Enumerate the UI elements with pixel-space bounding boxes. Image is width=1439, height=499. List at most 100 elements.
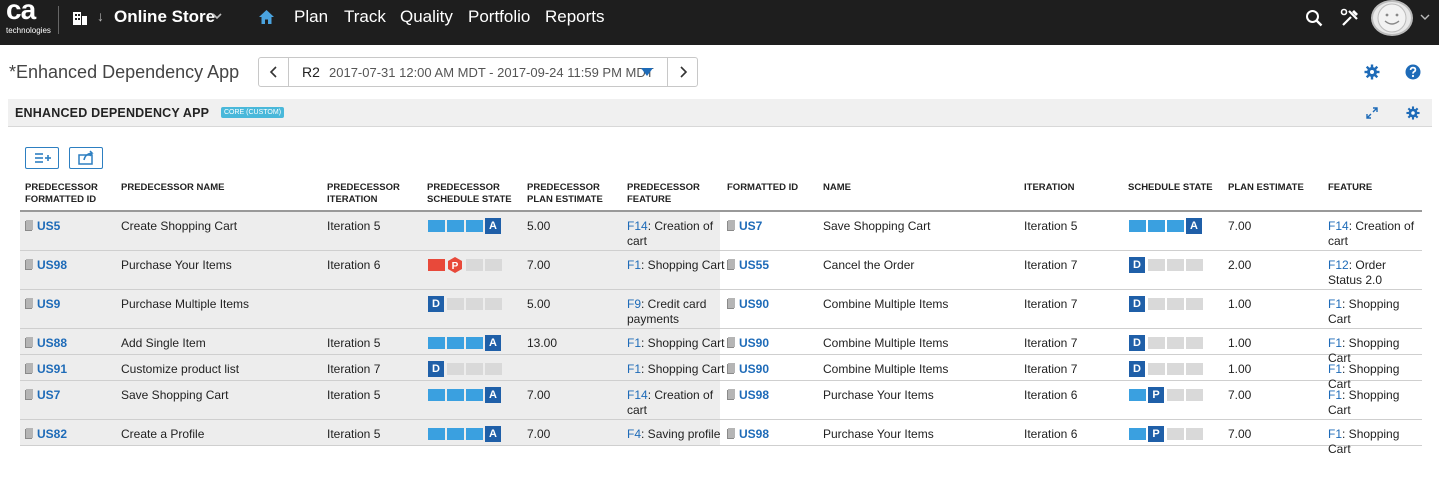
formatted-id-link[interactable]: US98 (739, 388, 769, 403)
column-header[interactable]: ITERATION (1024, 182, 1075, 194)
nav-quality[interactable]: Quality (400, 7, 453, 27)
column-header[interactable]: PREDECESSOR ITERATION (327, 182, 400, 206)
feature-name: : Shopping Cart (641, 362, 725, 376)
feature-link[interactable]: F14 (1328, 219, 1349, 233)
predecessor-id-link[interactable]: US5 (37, 219, 60, 234)
story-name: Cancel the Order (823, 258, 915, 272)
column-header[interactable]: FEATURE (1328, 182, 1372, 194)
table-row: US98 Purchase Your Items Iteration 6 P 7.00 F… (20, 251, 1422, 290)
story-name: Purchase Your Items (823, 427, 934, 441)
feature-link[interactable]: F1 (627, 258, 641, 272)
feature-link[interactable]: F1 (1328, 297, 1342, 311)
state-segment (447, 220, 464, 232)
building-icon (73, 12, 87, 25)
feature-name: : Saving profile (641, 427, 721, 441)
help-icon[interactable] (1405, 64, 1421, 80)
nav-divider (58, 6, 59, 34)
feature-link[interactable]: F4 (627, 427, 641, 441)
predecessor-id-link[interactable]: US82 (37, 427, 67, 442)
column-header[interactable]: PREDECESSOR FEATURE (627, 182, 700, 206)
formatted-id-link[interactable]: US90 (739, 362, 769, 377)
state-segment (1186, 259, 1203, 271)
logo-subtext: technologies (6, 26, 51, 35)
story-name: Combine Multiple Items (823, 336, 949, 350)
iteration: Iteration 7 (1024, 362, 1078, 376)
state-segment (1129, 220, 1146, 232)
feature-link[interactable]: F9 (627, 297, 641, 311)
feature-cell: F1: Shopping Cart (1328, 427, 1420, 457)
column-header[interactable]: PREDECESSOR NAME (121, 182, 224, 194)
state-segment (466, 298, 483, 310)
expand-icon[interactable] (1366, 107, 1378, 119)
search-icon[interactable] (1305, 9, 1323, 27)
predecessor-id-link[interactable]: US98 (37, 258, 67, 273)
user-story-icon (25, 220, 33, 231)
export-button[interactable] (69, 147, 103, 169)
formatted-id-link[interactable]: US90 (739, 297, 769, 312)
feature-link[interactable]: F14 (627, 388, 648, 402)
formatted-id-link[interactable]: US90 (739, 336, 769, 351)
tools-icon[interactable] (1340, 8, 1360, 28)
state-segment (447, 363, 464, 375)
chevron-down-icon[interactable] (1420, 12, 1430, 22)
predecessor-id-link[interactable]: US91 (37, 362, 67, 377)
state-badge-accepted: A (485, 218, 501, 234)
workspace-selector[interactable]: Online Store (114, 7, 215, 27)
column-header[interactable]: FORMATTED ID (727, 182, 798, 194)
column-header-line: SCHEDULE STATE (427, 194, 512, 205)
state-segment (1148, 298, 1165, 310)
home-icon[interactable] (258, 9, 275, 26)
chevron-down-icon[interactable] (211, 10, 223, 22)
app-title: *Enhanced Dependency App (9, 62, 240, 82)
release-dates: 2017-07-31 12:00 AM MDT - 2017-09-24 11:… (329, 65, 654, 80)
column-header-line: PREDECESSOR NAME (121, 182, 225, 193)
state-segment (1167, 389, 1184, 401)
user-avatar[interactable] (1371, 0, 1413, 36)
nav-portfolio[interactable]: Portfolio (468, 7, 530, 27)
column-header[interactable]: PLAN ESTIMATE (1228, 182, 1304, 194)
state-segment (428, 337, 445, 349)
down-arrow-icon: ↓ (97, 8, 104, 24)
previous-release-button[interactable] (259, 58, 289, 86)
column-header[interactable]: NAME (823, 182, 851, 194)
column-header[interactable]: PREDECESSOR SCHEDULE STATE (427, 182, 512, 206)
predecessor-id-link[interactable]: US9 (37, 297, 60, 312)
column-header[interactable]: PREDECESSOR PLAN ESTIMATE (527, 182, 603, 206)
top-nav-bar: ca technologies ↓ Online Store Plan Trac… (0, 0, 1439, 45)
feature-cell: F12: Order Status 2.0 (1328, 258, 1420, 288)
table-row: US91 Customize product list Iteration 7 D F1… (20, 355, 1422, 391)
feature-link[interactable]: F1 (1328, 362, 1342, 376)
state-segment (485, 298, 502, 310)
add-columns-button[interactable] (25, 147, 59, 169)
feature-link[interactable]: F12 (1328, 258, 1349, 272)
formatted-id-link[interactable]: US98 (739, 427, 769, 442)
predecessor-id-link[interactable]: US88 (37, 336, 67, 351)
ca-logo[interactable]: ca technologies (2, 0, 54, 36)
gear-icon[interactable] (1406, 106, 1420, 120)
chevron-right-icon (680, 66, 688, 78)
column-header[interactable]: SCHEDULE STATE (1128, 182, 1213, 194)
state-badge-defined: D (1129, 257, 1145, 273)
state-segment (447, 389, 464, 401)
panel-title: ENHANCED DEPENDENCY APP (15, 106, 210, 120)
next-release-button[interactable] (667, 58, 697, 86)
state-segment (466, 259, 483, 271)
feature-link[interactable]: F1 (627, 362, 641, 376)
gear-icon[interactable] (1364, 64, 1380, 80)
caret-down-icon[interactable] (640, 67, 654, 77)
feature-link[interactable]: F1 (1328, 427, 1342, 441)
formatted-id-link[interactable]: US55 (739, 258, 769, 273)
formatted-id-link[interactable]: US7 (739, 219, 762, 234)
nav-plan[interactable]: Plan (294, 7, 328, 27)
predecessor-id-link[interactable]: US7 (37, 388, 60, 403)
story-name: Combine Multiple Items (823, 297, 949, 311)
nav-reports[interactable]: Reports (545, 7, 605, 27)
feature-link[interactable]: F1 (1328, 388, 1342, 402)
nav-track[interactable]: Track (344, 7, 386, 27)
user-story-icon (727, 259, 735, 270)
release-picker[interactable]: R2 2017-07-31 12:00 AM MDT - 2017-09-24 … (258, 57, 698, 87)
column-header[interactable]: PREDECESSOR FORMATTED ID (25, 182, 98, 206)
feature-link[interactable]: F14 (627, 219, 648, 233)
feature-link[interactable]: F1 (1328, 336, 1342, 350)
feature-link[interactable]: F1 (627, 336, 641, 350)
